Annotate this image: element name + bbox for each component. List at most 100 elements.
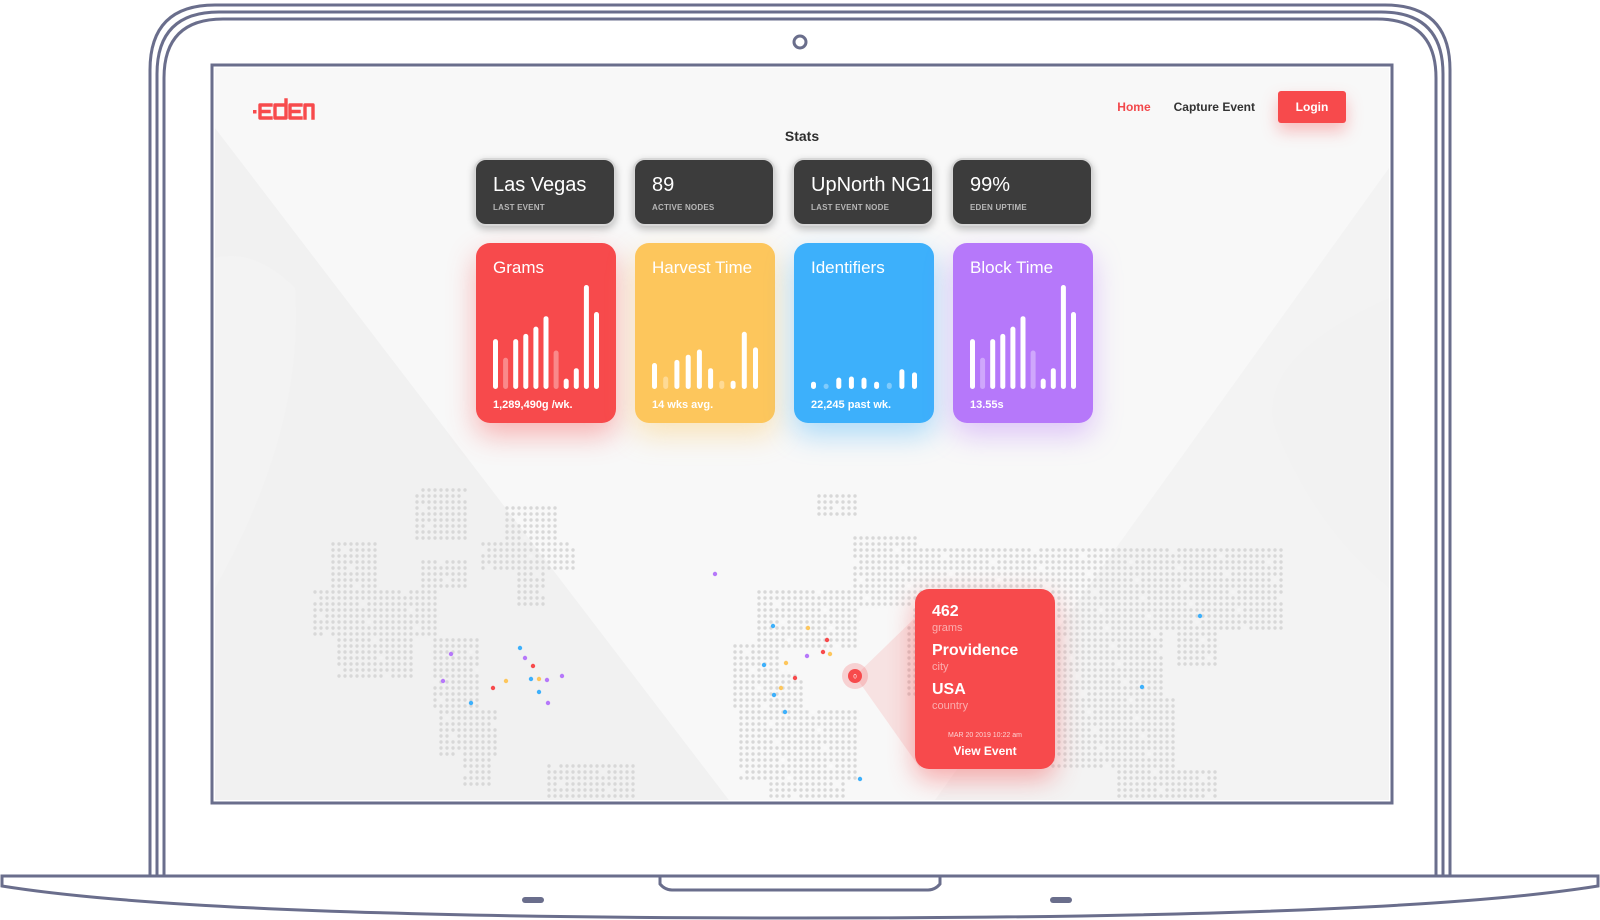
map-dot bbox=[493, 710, 497, 714]
map-dot bbox=[1165, 728, 1169, 732]
metric-card-block-time[interactable]: Block Time 13.55s bbox=[953, 243, 1093, 423]
map-dot bbox=[541, 578, 545, 582]
map-dot bbox=[757, 626, 761, 630]
event-dot[interactable] bbox=[544, 677, 550, 683]
event-dot[interactable] bbox=[712, 571, 718, 577]
map-dot bbox=[1159, 704, 1163, 708]
map-dot bbox=[1153, 788, 1157, 792]
map-dot bbox=[1105, 746, 1109, 750]
map-dot bbox=[781, 782, 785, 786]
map-dot bbox=[889, 578, 893, 582]
nav-home-link[interactable]: Home bbox=[1117, 100, 1150, 114]
event-dot[interactable] bbox=[503, 678, 509, 684]
map-dot bbox=[1111, 704, 1115, 708]
event-dot[interactable] bbox=[857, 776, 863, 782]
map-dot bbox=[835, 500, 839, 504]
map-dot bbox=[427, 530, 431, 534]
map-dot bbox=[1129, 668, 1133, 672]
event-dot[interactable] bbox=[782, 709, 788, 715]
event-dot[interactable] bbox=[805, 625, 811, 631]
login-button[interactable]: Login bbox=[1278, 91, 1346, 123]
map-dot bbox=[1189, 584, 1193, 588]
map-dot bbox=[1201, 572, 1205, 576]
event-dot[interactable] bbox=[804, 653, 810, 659]
map-dot bbox=[1159, 734, 1163, 738]
event-dot[interactable] bbox=[468, 700, 474, 706]
nav-capture-event-link[interactable]: Capture Event bbox=[1174, 100, 1255, 114]
event-dot[interactable] bbox=[1139, 684, 1145, 690]
map-dot bbox=[799, 638, 803, 642]
map-dot bbox=[805, 716, 809, 720]
event-dot[interactable] bbox=[536, 689, 542, 695]
event-dot[interactable] bbox=[824, 637, 830, 643]
map-dot bbox=[379, 674, 383, 678]
metric-subtitle: 22,245 past wk. bbox=[811, 399, 892, 411]
map-dot bbox=[1171, 614, 1175, 618]
map-dot bbox=[769, 746, 773, 750]
event-dot[interactable] bbox=[778, 685, 784, 691]
map-dot bbox=[919, 584, 923, 588]
map-dot bbox=[397, 608, 401, 612]
metric-card-harvest-time[interactable]: Harvest Time 14 wks avg. bbox=[635, 243, 775, 423]
map-dot bbox=[403, 608, 407, 612]
map-dot bbox=[745, 692, 749, 696]
map-dot bbox=[751, 686, 755, 690]
map-dot bbox=[877, 560, 881, 564]
map-dot bbox=[907, 560, 911, 564]
event-dot[interactable] bbox=[490, 685, 496, 691]
event-dot[interactable] bbox=[761, 662, 767, 668]
metric-bar bbox=[836, 377, 842, 389]
map-dot bbox=[355, 596, 359, 600]
map-dot bbox=[1159, 602, 1163, 606]
map-dot bbox=[1249, 626, 1253, 630]
map-dot bbox=[385, 596, 389, 600]
map-dot bbox=[1189, 650, 1193, 654]
map-dot bbox=[1105, 668, 1109, 672]
event-dot[interactable] bbox=[792, 675, 798, 681]
event-dot[interactable] bbox=[528, 676, 534, 682]
event-dot[interactable] bbox=[517, 645, 523, 651]
map-dot bbox=[847, 752, 851, 756]
event-dot[interactable] bbox=[440, 678, 446, 684]
map-dot bbox=[427, 506, 431, 510]
map-dot bbox=[1183, 644, 1187, 648]
metric-card-grams[interactable]: Grams 1,289,490g /wk. bbox=[476, 243, 616, 423]
map-dot bbox=[463, 584, 467, 588]
map-dot bbox=[325, 602, 329, 606]
map-dot bbox=[751, 650, 755, 654]
event-dot[interactable] bbox=[827, 651, 833, 657]
map-dot bbox=[565, 560, 569, 564]
map-dot bbox=[451, 728, 455, 732]
map-dot bbox=[343, 572, 347, 576]
map-dot bbox=[481, 716, 485, 720]
event-dot[interactable] bbox=[771, 692, 777, 698]
map-dot bbox=[1195, 566, 1199, 570]
event-dot[interactable] bbox=[770, 623, 776, 629]
map-dot bbox=[1129, 590, 1133, 594]
event-dot[interactable] bbox=[559, 673, 565, 679]
map-dot bbox=[409, 614, 413, 618]
map-dot bbox=[1087, 644, 1091, 648]
event-dot[interactable] bbox=[783, 660, 789, 666]
metric-bar bbox=[1020, 316, 1026, 389]
map-dot bbox=[1177, 782, 1181, 786]
event-dot[interactable] bbox=[545, 700, 551, 706]
view-event-button[interactable]: View Event bbox=[915, 744, 1055, 758]
map-dot bbox=[745, 734, 749, 738]
map-dot bbox=[439, 704, 443, 708]
map-dot bbox=[355, 668, 359, 672]
event-dot[interactable] bbox=[448, 651, 454, 657]
map-dot bbox=[433, 584, 437, 588]
map-dot bbox=[829, 494, 833, 498]
map-dot bbox=[1009, 554, 1013, 558]
map-dot bbox=[757, 674, 761, 678]
event-dot[interactable] bbox=[536, 676, 542, 682]
event-city-label: city bbox=[932, 661, 949, 673]
event-dot[interactable] bbox=[820, 649, 826, 655]
map-dot bbox=[889, 554, 893, 558]
event-dot[interactable] bbox=[530, 663, 536, 669]
map-dot bbox=[421, 560, 425, 564]
event-dot[interactable] bbox=[522, 655, 528, 661]
metric-card-identifiers[interactable]: Identifiers 22,245 past wk. bbox=[794, 243, 934, 423]
event-dot[interactable] bbox=[1197, 613, 1203, 619]
